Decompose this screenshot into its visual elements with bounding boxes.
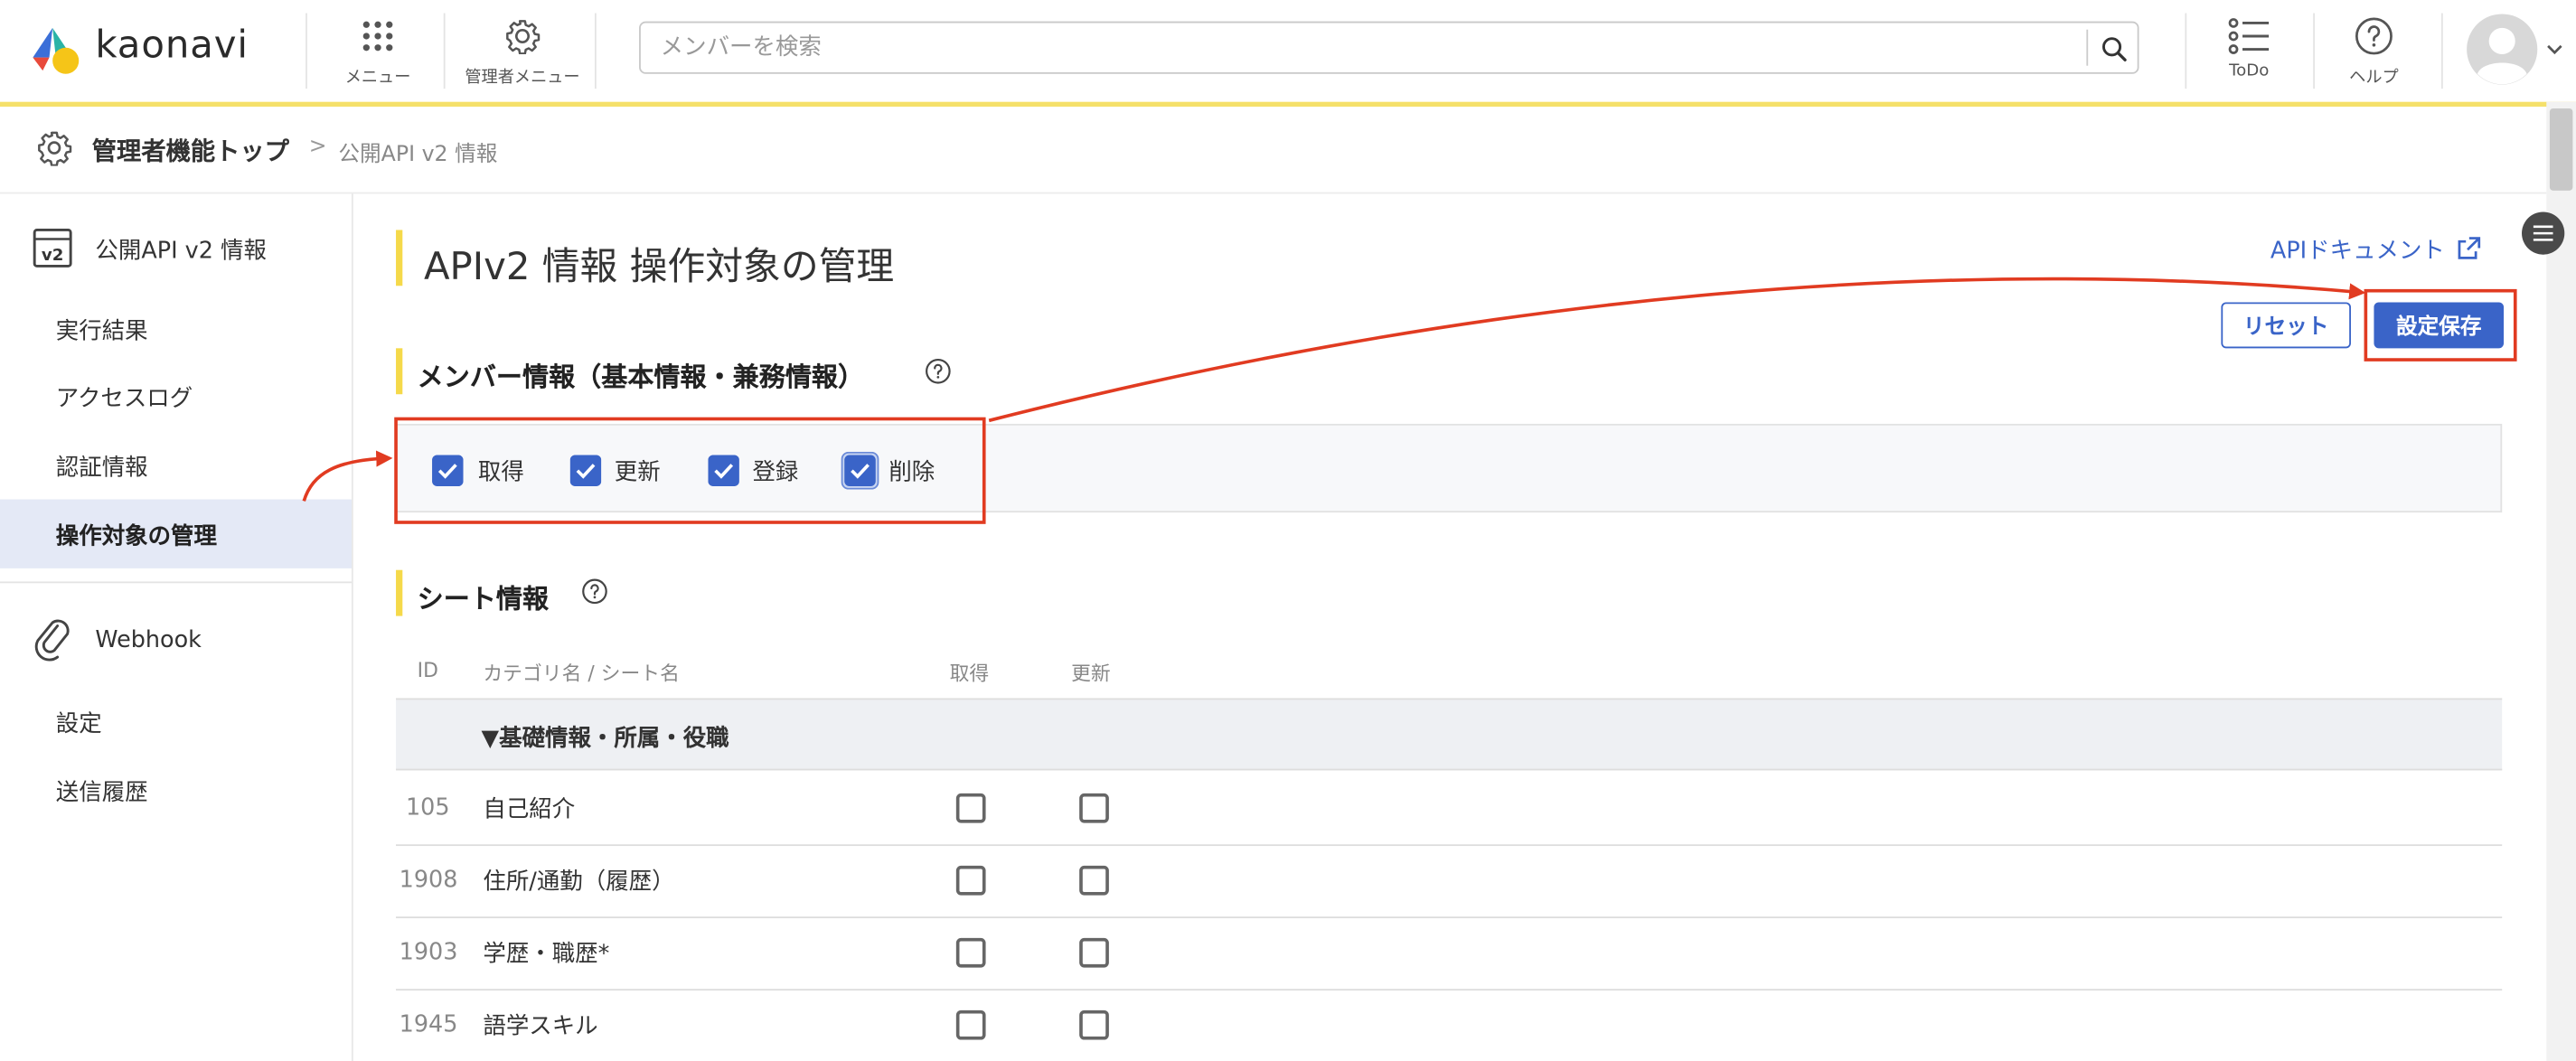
annotation-arrows — [302, 277, 2366, 502]
annotation-arrow-to-permissions — [302, 450, 393, 502]
app-root: kaonavi メニュー 管理者メニュー メンバーを検索 ToDo ヘルプ 管理… — [0, 0, 2576, 1061]
annotation-arrow-to-save — [988, 277, 2366, 423]
